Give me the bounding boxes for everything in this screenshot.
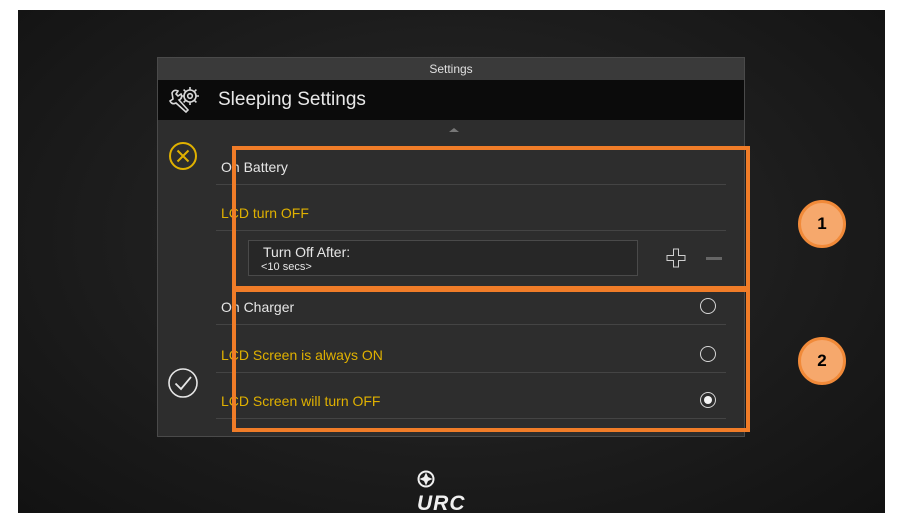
option-label: LCD Screen will turn OFF bbox=[221, 393, 381, 409]
minus-icon[interactable] bbox=[706, 257, 722, 260]
section-label: On Charger bbox=[221, 299, 295, 315]
radio-lcd-will-turn-off[interactable] bbox=[700, 392, 716, 408]
turn-off-label: Turn Off After: bbox=[263, 244, 351, 260]
section-radio[interactable] bbox=[700, 298, 716, 314]
page-title: Sleeping Settings bbox=[218, 89, 366, 110]
annotation-badge-2: 2 bbox=[798, 337, 846, 385]
option-label: LCD Screen is always ON bbox=[221, 347, 383, 363]
window-top-label: Settings bbox=[158, 58, 744, 80]
logo-emblem-icon bbox=[417, 470, 435, 488]
section-on-charger: On Charger bbox=[216, 289, 726, 325]
plus-icon[interactable] bbox=[666, 248, 686, 268]
radio-lcd-always-on[interactable] bbox=[700, 346, 716, 362]
turn-off-value: <10 secs> bbox=[261, 261, 312, 273]
option-lcd-always-on[interactable]: LCD Screen is always ON bbox=[216, 337, 726, 373]
annotation-badge-1: 1 bbox=[798, 200, 846, 248]
option-lcd-will-turn-off[interactable]: LCD Screen will turn OFF bbox=[216, 383, 726, 419]
title-bar: Sleeping Settings bbox=[158, 80, 744, 120]
logo-text: URC bbox=[417, 492, 466, 515]
settings-panel: Settings Sleeping Settings On Battery LC… bbox=[157, 57, 745, 437]
turn-off-after-field[interactable]: Turn Off After: <10 secs> bbox=[248, 240, 638, 276]
section-on-battery: On Battery bbox=[216, 149, 726, 185]
brand-logo: URC bbox=[417, 468, 485, 515]
close-circle-icon[interactable] bbox=[168, 141, 198, 171]
option-lcd-turn-off[interactable]: LCD turn OFF bbox=[216, 195, 726, 231]
side-action-column bbox=[158, 131, 215, 431]
section-label: On Battery bbox=[221, 159, 288, 175]
check-circle-icon[interactable] bbox=[167, 367, 199, 399]
option-label: LCD turn OFF bbox=[221, 205, 309, 221]
scroll-up-indicator[interactable] bbox=[449, 128, 459, 132]
wrench-gear-icon bbox=[168, 87, 199, 114]
